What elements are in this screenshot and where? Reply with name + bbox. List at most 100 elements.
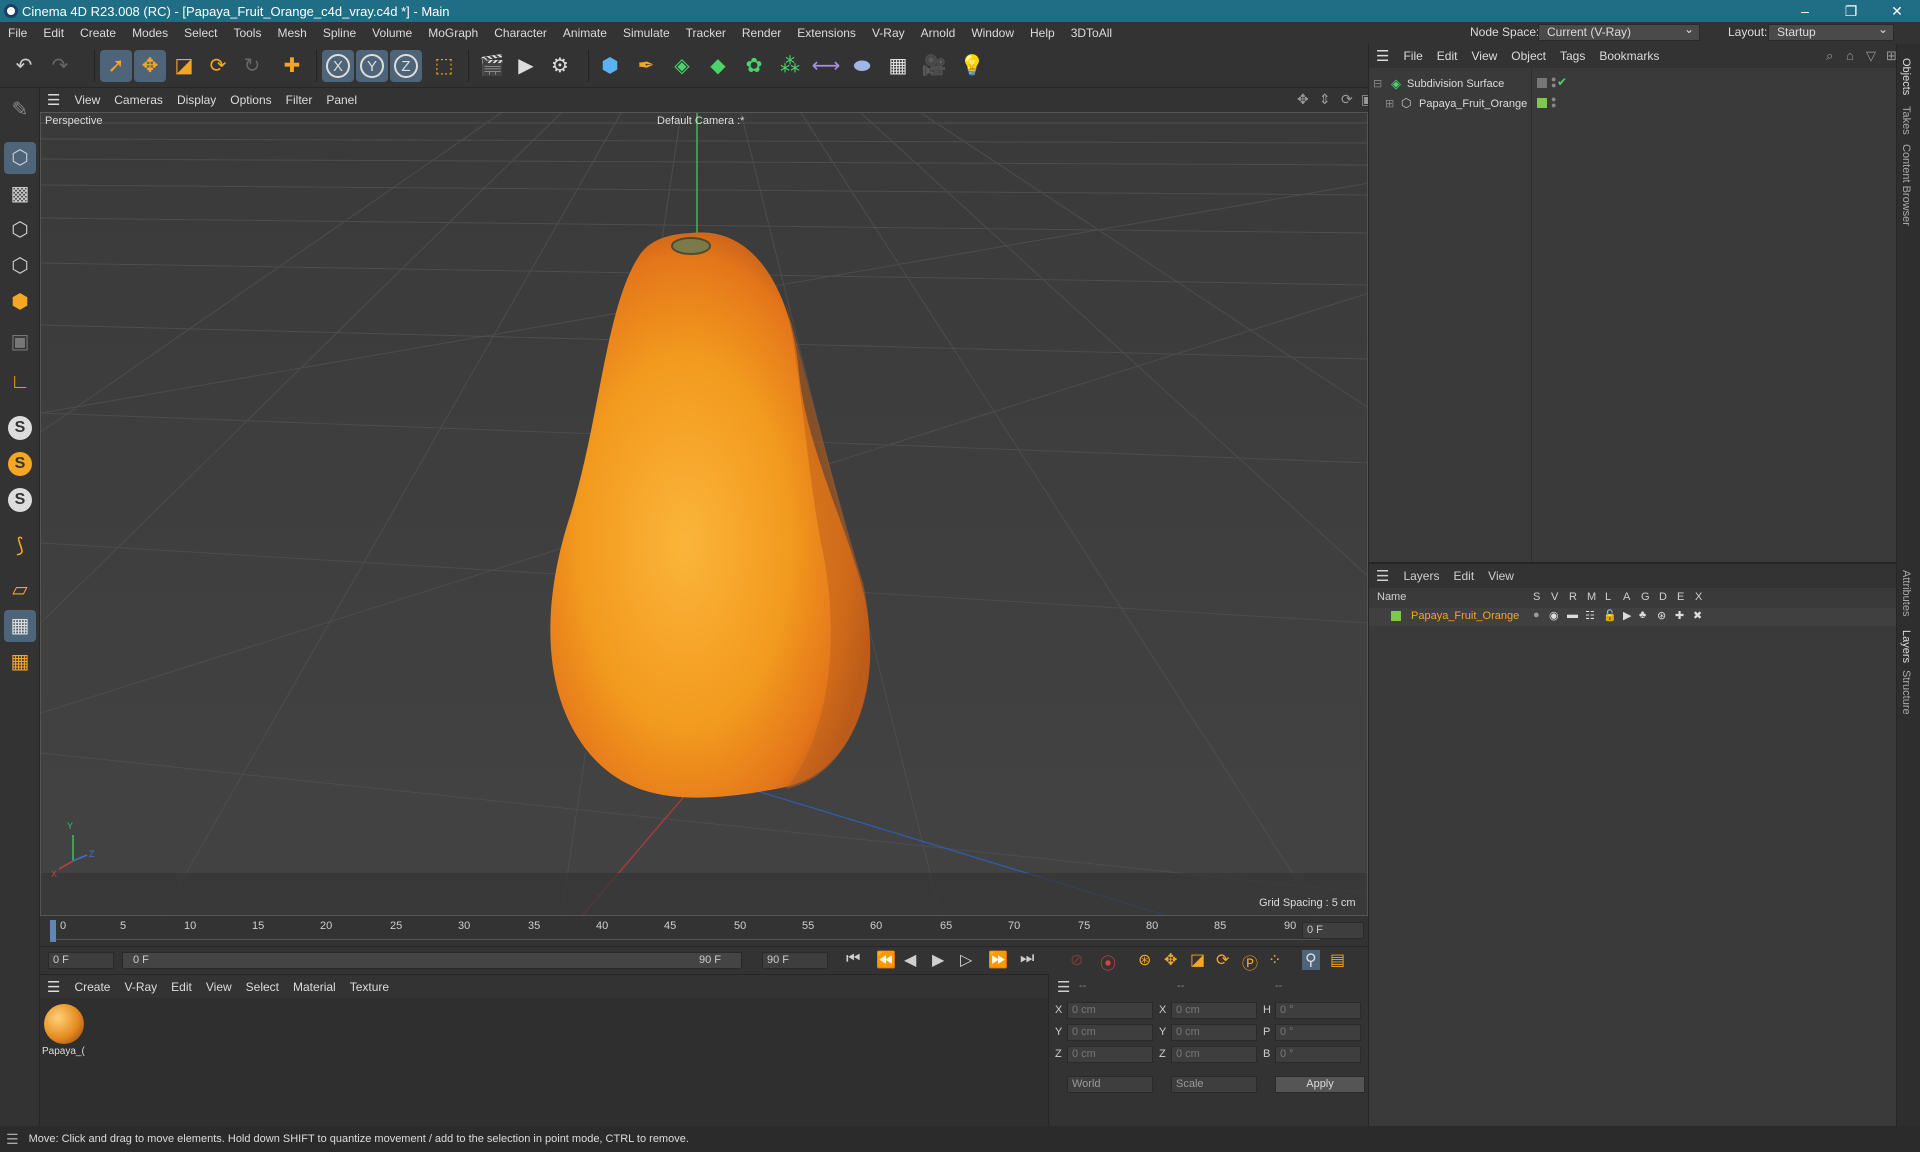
viewport-menu-view[interactable]: View <box>67 93 107 107</box>
end-frame-field[interactable]: 90 F <box>762 952 828 969</box>
coord-pos-y-field[interactable]: 0 cm <box>1067 1024 1153 1041</box>
prev-key-icon[interactable]: ⏪ <box>876 950 896 970</box>
key-scale-icon[interactable]: ◪ <box>1190 950 1205 970</box>
axis-mode-icon[interactable]: ∟ <box>4 366 36 398</box>
menu-edit[interactable]: Edit <box>35 26 72 40</box>
key-position-icon[interactable]: ✥ <box>1164 950 1177 970</box>
layer-swatch-empty[interactable] <box>1537 78 1547 88</box>
grid-workplane-icon[interactable]: ▦ <box>4 610 36 642</box>
cube-primitive-icon[interactable]: ⬢ <box>594 50 626 82</box>
menu-mesh[interactable]: Mesh <box>269 26 314 40</box>
material-hamburger-icon[interactable]: ☰ <box>40 978 67 996</box>
object-menu-view[interactable]: View <box>1464 49 1504 63</box>
record-keys-icon[interactable]: ⊘ <box>1070 950 1083 970</box>
snap-icon[interactable]: S <box>4 412 36 444</box>
deformer-icon[interactable]: ⟷ <box>810 50 842 82</box>
layer-deformers-icon[interactable]: ⊛ <box>1657 609 1666 622</box>
menu-animate[interactable]: Animate <box>555 26 615 40</box>
close-button[interactable]: ✕ <box>1874 0 1920 22</box>
col-deformers[interactable]: D <box>1659 591 1667 603</box>
col-locked[interactable]: L <box>1605 591 1611 603</box>
minimize-button[interactable]: – <box>1782 0 1828 22</box>
menu-character[interactable]: Character <box>486 26 555 40</box>
autokey-icon[interactable]: ⦿ <box>1100 950 1116 974</box>
layer-lock-icon[interactable]: 🔓 <box>1603 609 1617 622</box>
layer-solo-icon[interactable]: ● <box>1533 609 1540 621</box>
z-axis-lock-button[interactable]: Z <box>390 50 422 82</box>
render-to-picture-viewer-icon[interactable]: ▶ <box>510 50 542 82</box>
polygons-mode-icon[interactable]: ⬢ <box>4 286 36 318</box>
menu-3dtoall[interactable]: 3DToAll <box>1063 26 1120 40</box>
col-animation[interactable]: A <box>1623 591 1630 603</box>
object-menu-object[interactable]: Object <box>1504 49 1553 63</box>
menu-tracker[interactable]: Tracker <box>678 26 734 40</box>
light-icon[interactable]: 💡 <box>956 50 988 82</box>
material-menu-vray[interactable]: V-Ray <box>117 980 164 994</box>
coords-hamburger-icon[interactable]: ☰ <box>1057 978 1070 996</box>
menu-render[interactable]: Render <box>734 26 789 40</box>
locked-workplane-icon[interactable]: ▦ <box>4 646 36 678</box>
viewport-menu-cameras[interactable]: Cameras <box>107 93 170 107</box>
visibility-dots-icon[interactable]: ● ● <box>1551 75 1556 90</box>
x-axis-lock-button[interactable]: X <box>322 50 354 82</box>
menu-select[interactable]: Select <box>176 26 225 40</box>
menu-window[interactable]: Window <box>963 26 1022 40</box>
viewport-menu-filter[interactable]: Filter <box>279 93 320 107</box>
menu-create[interactable]: Create <box>72 26 124 40</box>
col-expressions[interactable]: E <box>1677 591 1684 603</box>
keyframe-selection-icon[interactable]: ⊛ <box>1138 950 1151 970</box>
next-frame-icon[interactable]: ▷ <box>960 950 972 970</box>
object-menu-bookmarks[interactable]: Bookmarks <box>1592 49 1666 63</box>
pen-spline-icon[interactable]: ✒ <box>630 50 662 82</box>
coord-size-y-field[interactable]: 0 cm <box>1171 1024 1257 1041</box>
layer-animation-icon[interactable]: ▶ <box>1623 609 1631 622</box>
viewport-menu-display[interactable]: Display <box>170 93 223 107</box>
coord-space-dropdown[interactable]: World <box>1067 1076 1153 1093</box>
menu-help[interactable]: Help <box>1022 26 1063 40</box>
cloner-icon[interactable]: ✿ <box>738 50 770 82</box>
layer-menu-view[interactable]: View <box>1481 569 1521 583</box>
tab-layers[interactable]: Layers <box>1900 630 1912 663</box>
layer-generators-icon[interactable]: ♣ <box>1639 609 1646 621</box>
tab-content-browser[interactable]: Content Browser <box>1900 144 1912 226</box>
status-hamburger-icon[interactable]: ☰ <box>6 1131 19 1148</box>
timeline-ruler[interactable]: 0 5 10 15 20 25 30 35 40 45 50 55 60 65 … <box>40 916 1368 946</box>
live-selection-icon[interactable]: ➚ <box>100 50 132 82</box>
layer-menu-layers[interactable]: Layers <box>1396 569 1446 583</box>
menu-simulate[interactable]: Simulate <box>615 26 678 40</box>
viewport-hamburger-icon[interactable]: ☰ <box>40 91 67 109</box>
layer-view-icon[interactable]: ◉ <box>1549 609 1559 622</box>
layer-hamburger-icon[interactable]: ☰ <box>1369 567 1396 585</box>
layer-name[interactable]: Papaya_Fruit_Orange <box>1411 610 1519 622</box>
material-menu-texture[interactable]: Texture <box>343 980 396 994</box>
subdivision-expand-icon[interactable]: ⊟ <box>1373 77 1382 90</box>
y-axis-lock-button[interactable]: Y <box>356 50 388 82</box>
model-mode-icon[interactable]: ⬡ <box>4 142 36 174</box>
menu-mograph[interactable]: MoGraph <box>420 26 486 40</box>
key-rotation-icon[interactable]: ⟳ <box>1216 950 1229 970</box>
coord-pos-x-field[interactable]: 0 cm <box>1067 1002 1153 1019</box>
node-space-dropdown[interactable]: Current (V-Ray) <box>1538 22 1700 41</box>
object-menu-edit[interactable]: Edit <box>1430 49 1465 63</box>
coord-rot-p-field[interactable]: 0 ° <box>1275 1024 1361 1041</box>
coord-size-z-field[interactable]: 0 cm <box>1171 1046 1257 1063</box>
tab-structure[interactable]: Structure <box>1900 670 1912 715</box>
apply-button[interactable]: Apply <box>1275 1076 1365 1093</box>
3d-viewport[interactable]: Perspective Default Camera :* Grid Spaci… <box>40 112 1368 916</box>
subdivision-surface-icon[interactable]: ◈ <box>666 50 698 82</box>
go-to-start-icon[interactable]: ⏮ <box>846 950 860 968</box>
object-row-subdivision[interactable]: ⊟ ◈ Subdivision Surface ● ● ✔ <box>1369 75 1897 96</box>
menu-modes[interactable]: Modes <box>124 26 176 40</box>
motion-system-icon[interactable]: ⚲ <box>1302 950 1320 970</box>
undo-icon[interactable]: ↶ <box>8 50 40 82</box>
enabled-check-icon[interactable]: ✔ <box>1557 75 1567 89</box>
scale-tool-icon[interactable]: ◪ <box>168 50 200 82</box>
prev-frame-icon[interactable]: ◀ <box>904 950 916 970</box>
layer-color-swatch[interactable] <box>1391 611 1401 621</box>
redo-icon[interactable]: ↷ <box>44 50 76 82</box>
object-search-icon[interactable]: ⌕ <box>1819 48 1840 64</box>
restore-button[interactable]: ❐ <box>1828 0 1874 22</box>
menu-spline[interactable]: Spline <box>315 26 364 40</box>
layer-xref-icon[interactable]: ✖ <box>1693 609 1702 622</box>
material-menu-edit[interactable]: Edit <box>164 980 199 994</box>
